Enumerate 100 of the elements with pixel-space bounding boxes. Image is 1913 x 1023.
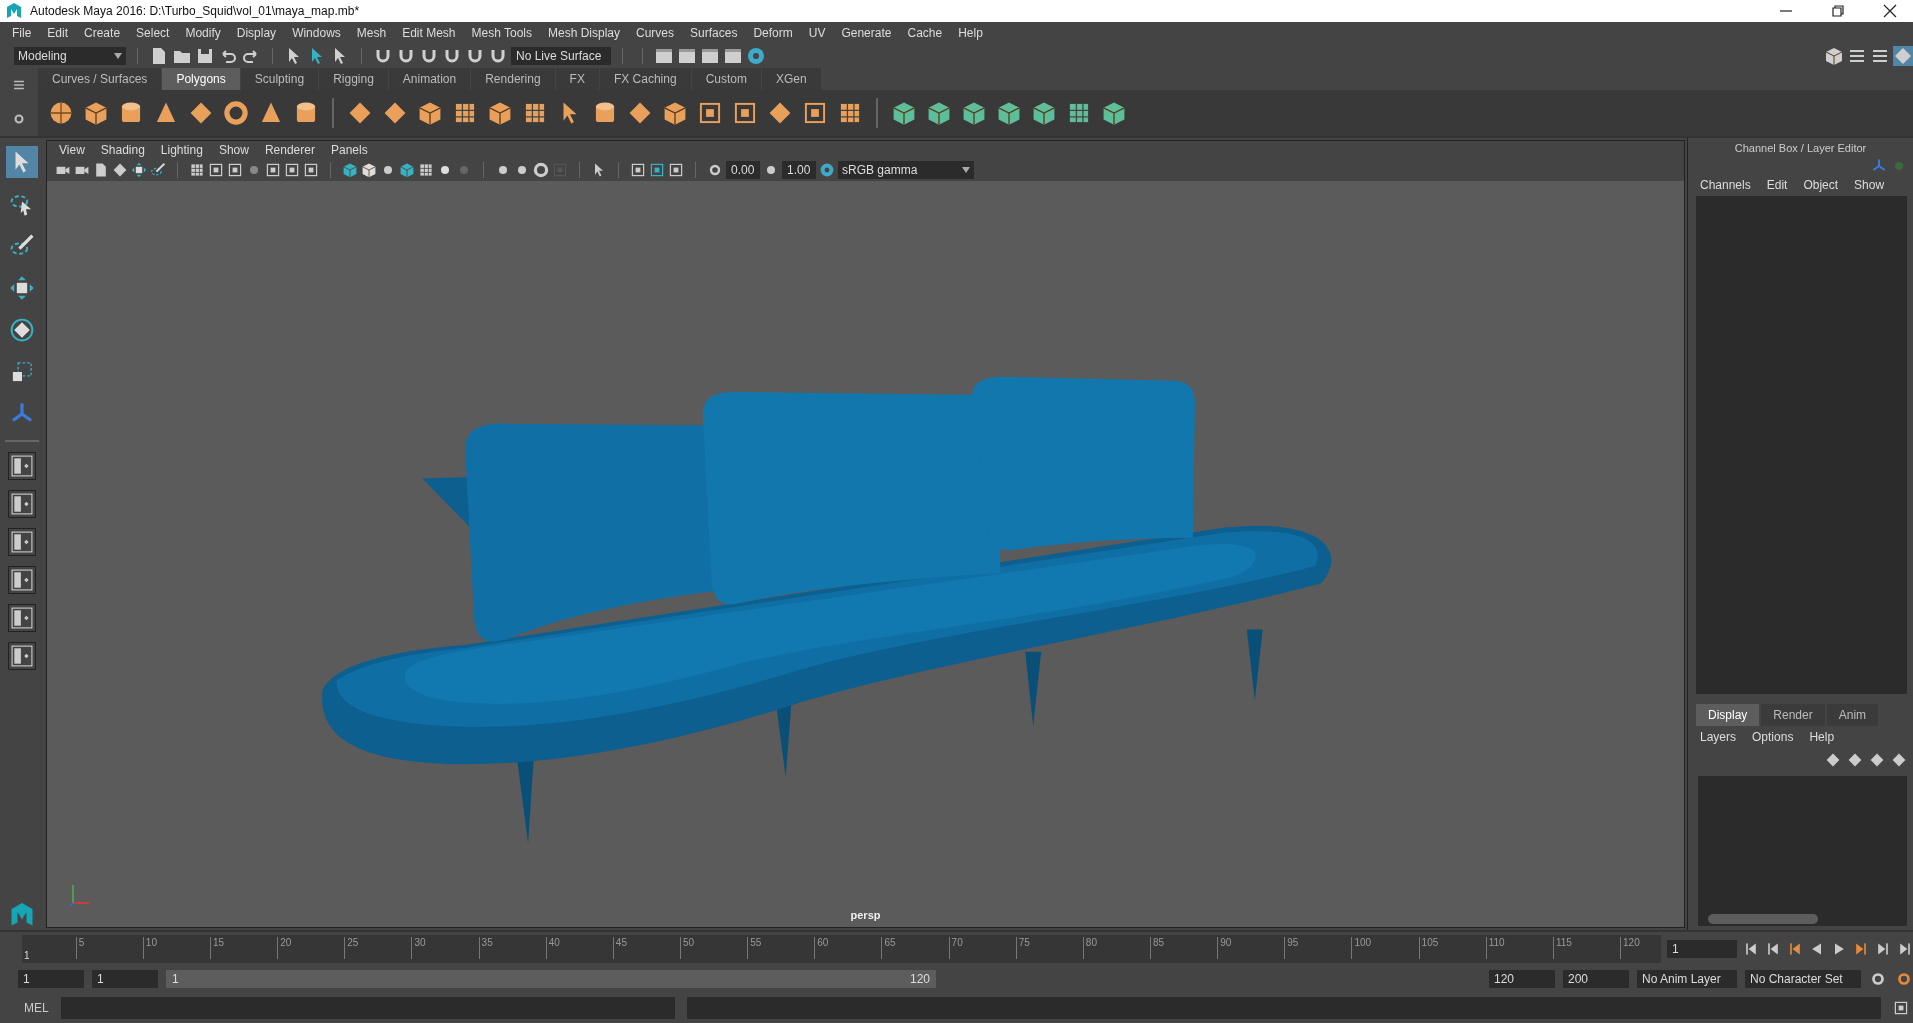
frame-number: 95 (1284, 936, 1299, 959)
shelf-tab[interactable]: XGen (761, 68, 821, 90)
frame-number: 80 (1082, 936, 1097, 959)
frame-number: 105 (1418, 936, 1439, 959)
menu-item[interactable]: Create (76, 26, 129, 40)
menu-item[interactable]: Edit Mesh (394, 26, 464, 40)
viewport-menu-item[interactable]: Shading (92, 143, 153, 157)
shelf-tab[interactable]: Rigging (319, 68, 388, 90)
channel-menu-item[interactable]: Edit (1758, 178, 1796, 192)
layer-tab[interactable]: Render (1761, 704, 1825, 726)
cube-icon[interactable] (83, 100, 109, 126)
layer-tab[interactable]: Anim (1826, 704, 1879, 726)
go-to-start-icon[interactable] (1743, 940, 1759, 957)
step-back-key-icon[interactable] (1765, 940, 1781, 957)
layer-menu-item[interactable]: Help (1801, 730, 1843, 744)
frame-number: 35 (478, 936, 493, 959)
gamma-field[interactable]: 1.00 (782, 161, 816, 179)
channel-menu-item[interactable]: Channels (1692, 178, 1759, 192)
command-language-label[interactable]: MEL (24, 1001, 49, 1015)
playback-start-field[interactable]: 1 (92, 970, 158, 988)
shelf-tab[interactable]: Rendering (471, 68, 555, 90)
end-frame-field[interactable]: 200 (1563, 970, 1629, 988)
step-back-frame-icon[interactable] (1787, 940, 1803, 957)
go-to-end-icon[interactable] (1897, 940, 1913, 957)
shelf-tab[interactable]: FX (555, 68, 599, 90)
shelf-tab[interactable]: FX Caching (599, 68, 691, 90)
anim-layer-dropdown[interactable]: No Anim Layer (1637, 970, 1737, 988)
layer-menu-item[interactable]: Layers (1692, 730, 1745, 744)
mode-dropdown[interactable]: Modeling (14, 47, 126, 65)
maya-logo-icon[interactable] (4, 1, 24, 21)
viewport-menu-item[interactable]: Show (210, 143, 257, 157)
menu-item[interactable]: Cache (899, 26, 951, 40)
start-frame-field[interactable]: 1 (18, 970, 84, 988)
live-surface-field[interactable]: No Live Surface (511, 47, 611, 65)
step-forward-frame-icon[interactable] (1853, 940, 1869, 957)
shelf-tab[interactable]: Animation (388, 68, 471, 90)
color-space-dropdown[interactable]: sRGB gamma (838, 161, 974, 179)
range-slider-handle[interactable]: 1 120 (166, 970, 936, 988)
viewport-menu-item[interactable]: Renderer (256, 143, 323, 157)
shelf-tab[interactable]: Polygons (162, 68, 240, 90)
range-start-label: 1 (172, 972, 179, 986)
menu-item[interactable]: UV (800, 26, 834, 40)
frame-number: 60 (814, 936, 829, 959)
smooth-shade-icon[interactable] (361, 162, 377, 178)
cube-icon[interactable] (487, 100, 513, 126)
torus-icon[interactable] (223, 100, 249, 126)
layer-tab[interactable]: Display (1696, 704, 1760, 726)
frame-number: 20 (277, 936, 292, 959)
menu-item[interactable]: Select (128, 26, 178, 40)
menu-item[interactable]: Generate (833, 26, 900, 40)
range-end-label: 120 (909, 972, 930, 986)
command-input[interactable] (60, 997, 675, 1019)
panel-title: Channel Box / Layer Editor (1733, 141, 1868, 156)
frame-number: 100 (1351, 936, 1372, 959)
menu-item[interactable]: Mesh Display (540, 26, 629, 40)
shelf-tab[interactable]: Custom (691, 68, 761, 90)
frame-number: 90 (1217, 936, 1232, 959)
cube-icon[interactable] (662, 100, 688, 126)
shelf-menu-icon[interactable] (12, 78, 26, 92)
menu-item[interactable]: Windows (284, 26, 349, 40)
frame-number: 5 (75, 936, 85, 959)
checker-icon[interactable] (418, 162, 434, 178)
playback-end-field[interactable]: 120 (1489, 970, 1555, 988)
menu-item[interactable]: Mesh Tools (463, 26, 540, 40)
grid-icon[interactable] (189, 162, 205, 178)
save-icon[interactable] (195, 46, 215, 66)
menu-item[interactable]: Deform (745, 26, 801, 40)
frame-number: 25 (344, 936, 359, 959)
command-result-field[interactable] (686, 997, 1881, 1019)
menu-item[interactable]: File (4, 26, 40, 40)
channel-menu-item[interactable]: Show (1846, 178, 1893, 192)
frame-number: 85 (1150, 936, 1165, 959)
channel-menu-item[interactable]: Object (1795, 178, 1847, 192)
frame-number: 50 (680, 936, 695, 959)
current-frame-field[interactable]: 1 (1667, 939, 1737, 958)
frame-number: 30 (411, 936, 426, 959)
viewport-menu-item[interactable]: Lighting (152, 143, 211, 157)
viewport-menu-item[interactable]: Panels (322, 143, 376, 157)
menu-item[interactable]: Help (950, 26, 991, 40)
character-set-dropdown[interactable]: No Character Set (1745, 970, 1861, 988)
shelf-tab[interactable]: Curves / Surfaces (38, 68, 162, 90)
menu-item[interactable]: Edit (39, 26, 77, 40)
frame-number: 115 (1552, 936, 1572, 959)
layer-menu-item[interactable]: Options (1744, 730, 1802, 744)
frame-number: 55 (747, 936, 762, 959)
menu-item[interactable]: Curves (628, 26, 683, 40)
brush-icon[interactable] (150, 162, 166, 178)
window-title: Autodesk Maya 2016: D:\Turbo_Squid\vol_01\maya_map.mb* (30, 4, 360, 18)
viewport-menu-item[interactable]: View (51, 143, 93, 157)
step-forward-key-icon[interactable] (1875, 940, 1891, 957)
menu-item[interactable]: Display (228, 26, 285, 40)
time-ruler[interactable]: 5 10 15 20 25 30 35 40 45 50 55 60 65 70 75 80 85 90 95 100 105 110 115 120 1 (22, 934, 1661, 963)
menu-item[interactable]: Modify (177, 26, 229, 40)
frame-number: 110 (1485, 936, 1505, 959)
caret-icon (962, 167, 970, 173)
exposure-field[interactable]: 0.00 (726, 161, 760, 179)
frame-number: 45 (612, 936, 627, 959)
menu-item[interactable]: Mesh (348, 26, 395, 40)
menu-item[interactable]: Surfaces (682, 26, 746, 40)
shelf-tab[interactable]: Sculpting (240, 68, 319, 90)
